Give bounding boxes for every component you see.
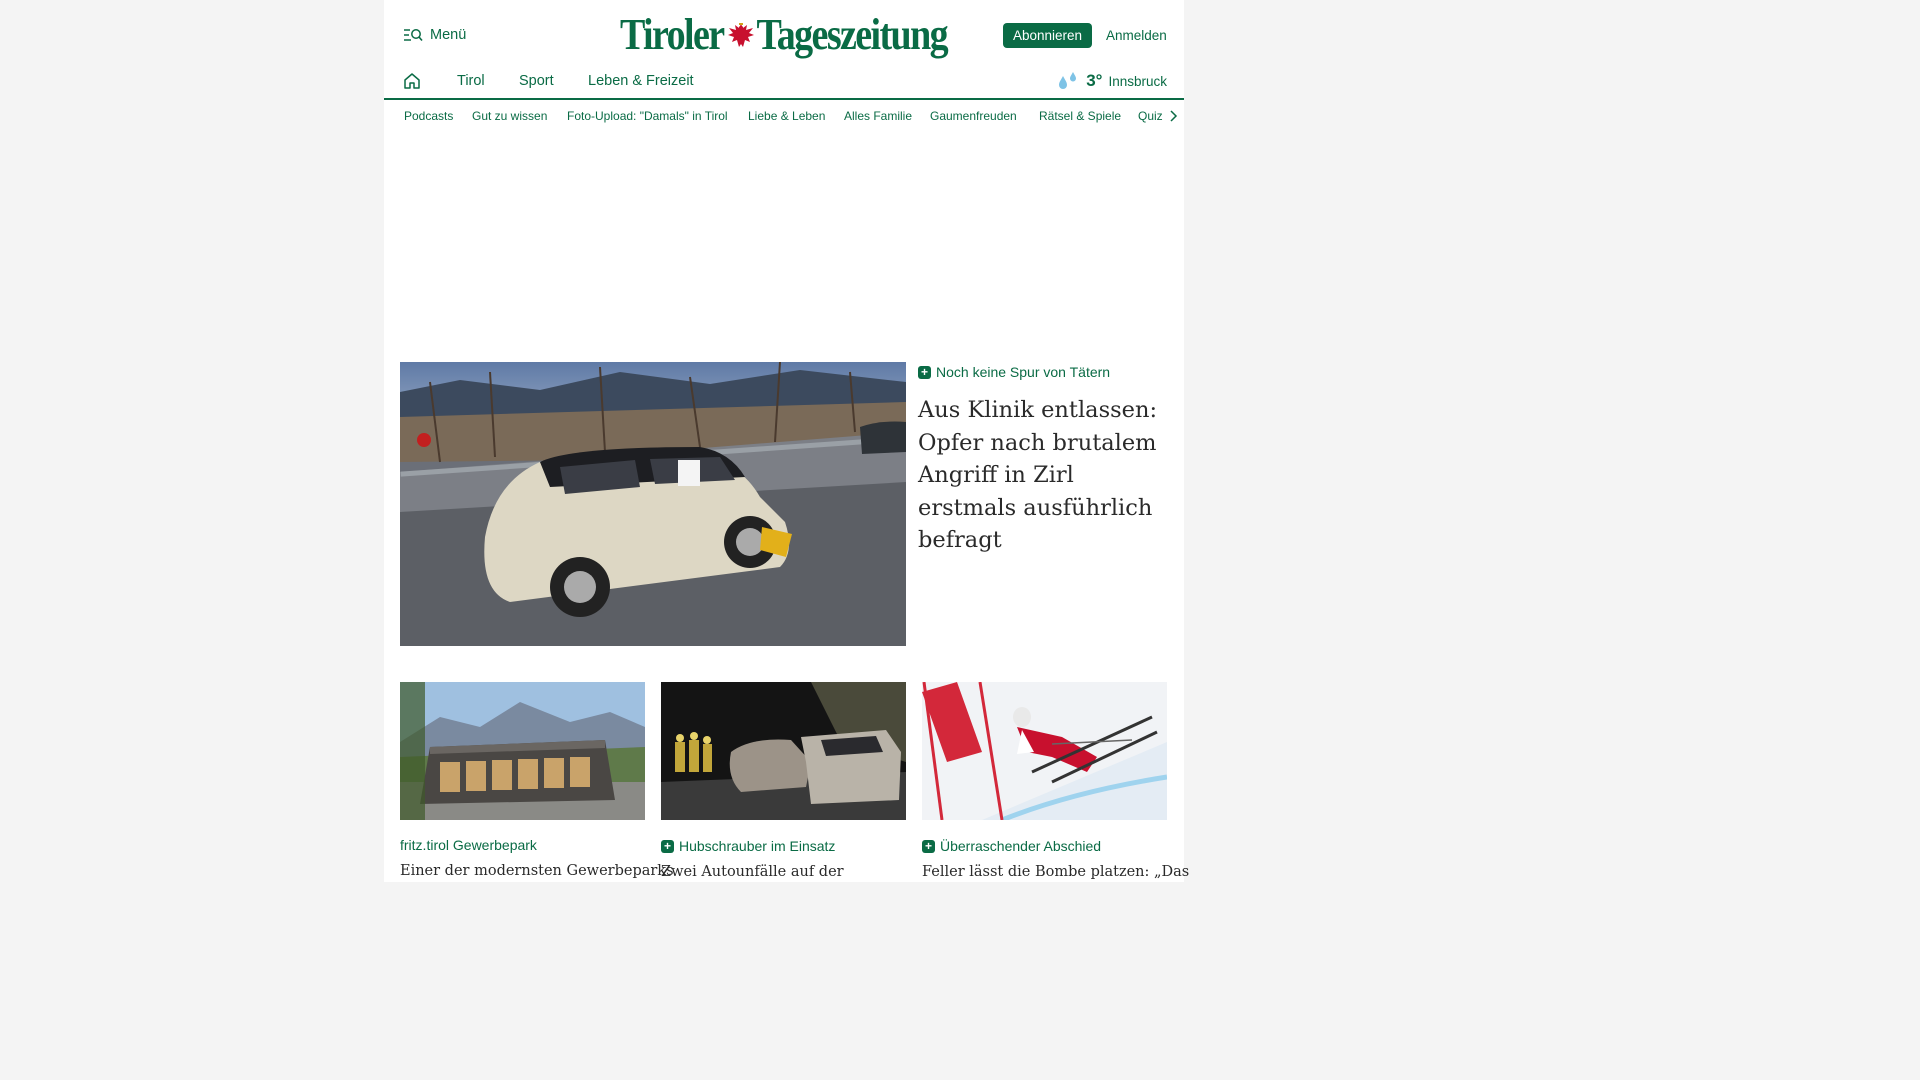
sub-nav-item[interactable]: Rätsel & Spiele	[1039, 109, 1121, 123]
teaser-headline[interactable]: Zwei Autounfälle auf der	[661, 862, 906, 882]
teaser-kicker-text: fritz.tirol Gewerbepark	[400, 837, 537, 853]
teaser-kicker[interactable]: + Überraschender Abschied	[922, 838, 1167, 854]
sub-navigation: Podcasts Gut zu wissen Foto-Upload: "Dam…	[384, 100, 1184, 132]
subscribe-button[interactable]: Abonnieren	[1003, 23, 1093, 48]
hero-kicker[interactable]: + Noch keine Spur von Tätern	[918, 364, 1110, 380]
logo-text-right: Tageszeitung	[756, 10, 949, 60]
weather-widget[interactable]: 3° Innsbruck	[1056, 71, 1167, 91]
teaser-photo-building	[400, 682, 645, 820]
teaser-image[interactable]	[400, 682, 645, 820]
hero-kicker-text: Noch keine Spur von Tätern	[936, 364, 1111, 380]
nav-item-tirol[interactable]: Tirol	[457, 73, 485, 89]
site-header: Menü Tiroler Tageszeitung Abonnieren Anm…	[384, 0, 1184, 70]
menu-button[interactable]: Menü	[403, 27, 466, 43]
nav-item-leben-freizeit[interactable]: Leben & Freizeit	[588, 73, 694, 89]
ad-slot	[384, 132, 1184, 344]
hero-image[interactable]	[400, 362, 906, 646]
hero-headline[interactable]: Aus Klinik entlassen: Opfer nach brutale…	[918, 394, 1174, 557]
sub-nav-item[interactable]: Liebe & Leben	[748, 109, 825, 123]
teaser-photo-skier	[922, 682, 1167, 820]
teaser-headline[interactable]: Feller lässt die Bombe platzen: „Das	[922, 862, 1189, 882]
nav-item-sport[interactable]: Sport	[519, 73, 554, 89]
teaser-headline[interactable]: Einer der modernsten Gewerbeparks	[400, 861, 674, 881]
weather-city: Innsbruck	[1108, 73, 1167, 89]
plus-badge-icon: +	[922, 839, 935, 853]
home-icon[interactable]	[403, 72, 421, 90]
sub-nav-item[interactable]: Alles Familie	[844, 109, 912, 123]
rain-drops-icon	[1059, 72, 1077, 89]
menu-search-icon	[404, 29, 423, 42]
sub-nav-item[interactable]: Gut zu wissen	[472, 109, 547, 123]
login-link[interactable]: Anmelden	[1106, 28, 1167, 43]
page: Menü Tiroler Tageszeitung Abonnieren Anm…	[384, 0, 1189, 882]
teaser-image[interactable]	[922, 682, 1167, 820]
teaser-card[interactable]: + Hubschrauber im Einsatz Zwei Autounfäl…	[661, 682, 906, 882]
teaser-card[interactable]: + Überraschender Abschied Feller lässt d…	[922, 682, 1189, 882]
site-logo[interactable]: Tiroler Tageszeitung	[620, 10, 949, 60]
plus-badge-icon: +	[661, 839, 674, 853]
menu-label: Menü	[430, 27, 467, 43]
weather-temperature: 3°	[1086, 71, 1103, 90]
teaser-kicker[interactable]: + Hubschrauber im Einsatz	[661, 838, 906, 854]
hero-photo-car	[400, 362, 906, 646]
plus-badge-icon: +	[918, 365, 931, 379]
teaser-card[interactable]: fritz.tirol Gewerbepark Einer der modern…	[400, 682, 674, 881]
teaser-image[interactable]	[661, 682, 906, 820]
teaser-kicker-text: Überraschender Abschied	[940, 838, 1102, 854]
logo-text-left: Tiroler	[620, 10, 725, 60]
teaser-kicker-text: Hubschrauber im Einsatz	[679, 838, 836, 854]
sub-nav-item[interactable]: Foto-Upload: "Damals" in Tirol	[567, 109, 728, 123]
main-navigation: Tirol Sport Leben & Freizeit 3° Innsbruc…	[384, 66, 1184, 100]
sub-nav-item[interactable]: Gaumenfreuden	[930, 109, 1017, 123]
chevron-right-icon[interactable]	[1168, 109, 1178, 123]
tyrolean-eagle-icon	[727, 23, 754, 47]
sub-nav-item[interactable]: Quiz	[1138, 109, 1163, 123]
teaser-kicker[interactable]: fritz.tirol Gewerbepark	[400, 837, 645, 853]
teaser-photo-accident	[661, 682, 906, 820]
sub-nav-item[interactable]: Podcasts	[404, 109, 453, 123]
